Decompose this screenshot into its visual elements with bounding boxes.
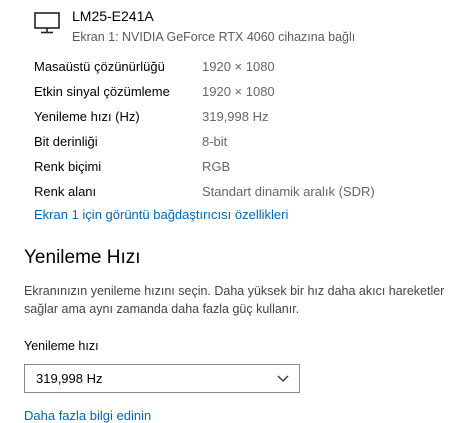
monitor-connection-text: Ekran 1: NVIDIA GeForce RTX 4060 cihazın… (72, 30, 356, 44)
chevron-down-icon (277, 375, 289, 382)
display-adapter-properties-link[interactable]: Ekran 1 için görüntü bağdaştırıcısı özel… (34, 207, 288, 222)
property-label: Bit derinliği (34, 134, 98, 149)
refresh-rate-description: Ekranınızın yenileme hızını seçin. Daha … (24, 284, 445, 316)
property-label: Renk biçimi (34, 159, 102, 174)
property-value: 1920 × 1080 (202, 84, 275, 99)
property-row-refresh-rate: Yenileme hızı (Hz) 319,998 Hz (34, 106, 464, 131)
refresh-rate-dropdown[interactable]: 319,998 Hz (24, 364, 300, 393)
property-label: Renk alanı (34, 184, 97, 199)
property-value: 1920 × 1080 (202, 59, 275, 74)
property-label: Etkin sinyal çözümleme (34, 84, 170, 99)
refresh-rate-selected-value: 319,998 Hz (36, 371, 103, 386)
property-value: 319,998 Hz (202, 109, 269, 124)
display-properties-list: Masaüstü çözünürlüğü 1920 × 1080 Etkin s… (34, 56, 464, 206)
monitor-name: LM25-E241A (72, 8, 154, 24)
monitor-header: LM25-E241A Ekran 1: NVIDIA GeForce RTX 4… (34, 6, 464, 46)
property-row-color-format: Renk biçimi RGB (34, 156, 464, 181)
property-row-color-space: Renk alanı Standart dinamik aralık (SDR) (34, 181, 464, 206)
property-label: Masaüstü çözünürlüğü (34, 59, 165, 74)
property-label: Yenileme hızı (Hz) (34, 109, 140, 124)
property-value: 8-bit (202, 134, 228, 149)
property-value: RGB (202, 159, 231, 174)
refresh-rate-section-title: Yenileme Hızı (24, 247, 141, 268)
property-row-bit-depth: Bit derinliği 8-bit (34, 131, 464, 156)
learn-more-link[interactable]: Daha fazla bilgi edinin (24, 408, 151, 423)
property-row-desktop-resolution: Masaüstü çözünürlüğü 1920 × 1080 (34, 56, 464, 81)
monitor-icon (34, 12, 60, 34)
property-value: Standart dinamik aralık (SDR) (202, 184, 375, 199)
property-row-active-signal-resolution: Etkin sinyal çözümleme 1920 × 1080 (34, 81, 464, 106)
refresh-rate-field-label: Yenileme hızı (24, 339, 99, 353)
